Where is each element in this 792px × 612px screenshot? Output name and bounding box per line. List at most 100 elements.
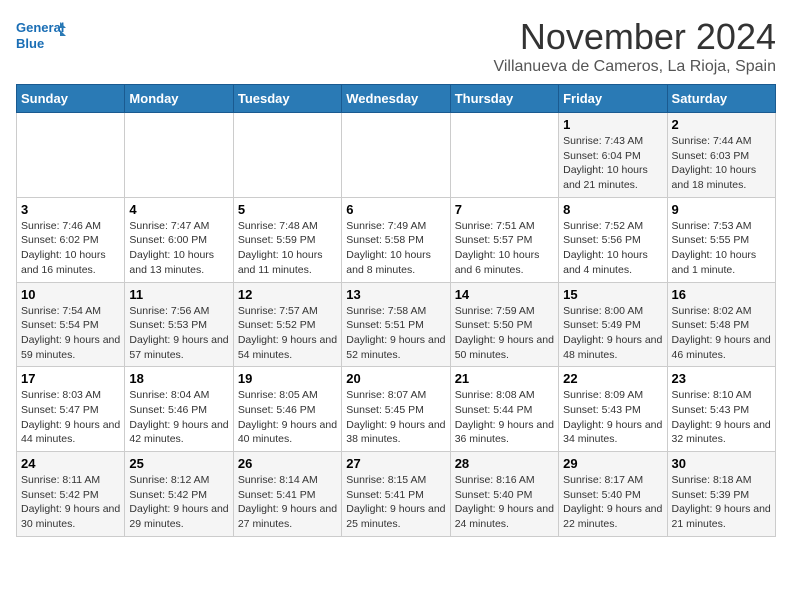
day-number: 6: [346, 202, 445, 217]
day-number: 8: [563, 202, 662, 217]
week-row-2: 3 Sunrise: 7:46 AM Sunset: 6:02 PM Daylig…: [17, 197, 776, 282]
calendar-header-row: SundayMondayTuesdayWednesdayThursdayFrid…: [17, 85, 776, 113]
header-tuesday: Tuesday: [233, 85, 341, 113]
day-cell: 11 Sunrise: 7:56 AM Sunset: 5:53 PM Dayli…: [125, 282, 233, 367]
day-info: Sunrise: 8:04 AM Sunset: 5:46 PM Dayligh…: [129, 388, 228, 447]
day-info: Sunrise: 8:07 AM Sunset: 5:45 PM Dayligh…: [346, 388, 445, 447]
header-wednesday: Wednesday: [342, 85, 450, 113]
day-number: 15: [563, 287, 662, 302]
header-saturday: Saturday: [667, 85, 775, 113]
day-number: 10: [21, 287, 120, 302]
day-cell: 12 Sunrise: 7:57 AM Sunset: 5:52 PM Dayli…: [233, 282, 341, 367]
day-number: 4: [129, 202, 228, 217]
header-friday: Friday: [559, 85, 667, 113]
day-info: Sunrise: 8:02 AM Sunset: 5:48 PM Dayligh…: [672, 304, 771, 363]
day-number: 18: [129, 371, 228, 386]
day-info: Sunrise: 8:08 AM Sunset: 5:44 PM Dayligh…: [455, 388, 554, 447]
day-number: 29: [563, 456, 662, 471]
title-block: November 2024 Villanueva de Cameros, La …: [493, 16, 776, 76]
svg-text:General: General: [16, 20, 64, 35]
day-cell: 15 Sunrise: 8:00 AM Sunset: 5:49 PM Dayli…: [559, 282, 667, 367]
day-cell: 8 Sunrise: 7:52 AM Sunset: 5:56 PM Daylig…: [559, 197, 667, 282]
day-number: 28: [455, 456, 554, 471]
page-header: General Blue November 2024 Villanueva de…: [16, 16, 776, 76]
day-cell: 23Sunrise: 8:10 AM Sunset: 5:43 PM Dayli…: [667, 367, 775, 452]
day-number: 13: [346, 287, 445, 302]
day-info: Sunrise: 8:00 AM Sunset: 5:49 PM Dayligh…: [563, 304, 662, 363]
day-cell: 24 Sunrise: 8:11 AM Sunset: 5:42 PM Dayli…: [17, 452, 125, 537]
header-thursday: Thursday: [450, 85, 558, 113]
day-number: 7: [455, 202, 554, 217]
day-cell: 16 Sunrise: 8:02 AM Sunset: 5:48 PM Dayli…: [667, 282, 775, 367]
day-cell: 7Sunrise: 7:51 AM Sunset: 5:57 PM Daylig…: [450, 197, 558, 282]
day-cell: 22 Sunrise: 8:09 AM Sunset: 5:43 PM Dayli…: [559, 367, 667, 452]
day-info: Sunrise: 7:58 AM Sunset: 5:51 PM Dayligh…: [346, 304, 445, 363]
day-info: Sunrise: 7:59 AM Sunset: 5:50 PM Dayligh…: [455, 304, 554, 363]
day-info: Sunrise: 8:17 AM Sunset: 5:40 PM Dayligh…: [563, 473, 662, 532]
month-title: November 2024: [493, 16, 776, 58]
day-info: Sunrise: 7:52 AM Sunset: 5:56 PM Dayligh…: [563, 219, 662, 278]
day-cell: 26 Sunrise: 8:14 AM Sunset: 5:41 PM Dayli…: [233, 452, 341, 537]
day-number: 3: [21, 202, 120, 217]
day-number: 5: [238, 202, 337, 217]
calendar-table: SundayMondayTuesdayWednesdayThursdayFrid…: [16, 84, 776, 537]
day-number: 16: [672, 287, 771, 302]
day-cell: 18 Sunrise: 8:04 AM Sunset: 5:46 PM Dayli…: [125, 367, 233, 452]
day-number: 12: [238, 287, 337, 302]
day-cell: 1Sunrise: 7:43 AM Sunset: 6:04 PM Daylig…: [559, 113, 667, 198]
header-sunday: Sunday: [17, 85, 125, 113]
week-row-1: 1Sunrise: 7:43 AM Sunset: 6:04 PM Daylig…: [17, 113, 776, 198]
day-cell: 21 Sunrise: 8:08 AM Sunset: 5:44 PM Dayli…: [450, 367, 558, 452]
day-cell: 25Sunrise: 8:12 AM Sunset: 5:42 PM Dayli…: [125, 452, 233, 537]
day-cell: 3 Sunrise: 7:46 AM Sunset: 6:02 PM Daylig…: [17, 197, 125, 282]
header-monday: Monday: [125, 85, 233, 113]
day-info: Sunrise: 8:11 AM Sunset: 5:42 PM Dayligh…: [21, 473, 120, 532]
week-row-4: 17 Sunrise: 8:03 AM Sunset: 5:47 PM Dayli…: [17, 367, 776, 452]
day-info: Sunrise: 7:49 AM Sunset: 5:58 PM Dayligh…: [346, 219, 445, 278]
day-cell: [17, 113, 125, 198]
day-info: Sunrise: 8:12 AM Sunset: 5:42 PM Dayligh…: [129, 473, 228, 532]
day-number: 9: [672, 202, 771, 217]
day-cell: 30Sunrise: 8:18 AM Sunset: 5:39 PM Dayli…: [667, 452, 775, 537]
day-info: Sunrise: 7:54 AM Sunset: 5:54 PM Dayligh…: [21, 304, 120, 363]
day-number: 30: [672, 456, 771, 471]
day-info: Sunrise: 8:16 AM Sunset: 5:40 PM Dayligh…: [455, 473, 554, 532]
svg-text:Blue: Blue: [16, 36, 44, 51]
day-number: 22: [563, 371, 662, 386]
logo: General Blue: [16, 16, 66, 58]
day-cell: 5 Sunrise: 7:48 AM Sunset: 5:59 PM Daylig…: [233, 197, 341, 282]
day-number: 17: [21, 371, 120, 386]
logo-svg: General Blue: [16, 16, 66, 58]
day-info: Sunrise: 7:48 AM Sunset: 5:59 PM Dayligh…: [238, 219, 337, 278]
day-info: Sunrise: 7:44 AM Sunset: 6:03 PM Dayligh…: [672, 134, 771, 193]
day-number: 1: [563, 117, 662, 132]
day-info: Sunrise: 7:56 AM Sunset: 5:53 PM Dayligh…: [129, 304, 228, 363]
day-number: 24: [21, 456, 120, 471]
day-info: Sunrise: 8:15 AM Sunset: 5:41 PM Dayligh…: [346, 473, 445, 532]
day-number: 20: [346, 371, 445, 386]
day-number: 19: [238, 371, 337, 386]
day-info: Sunrise: 8:09 AM Sunset: 5:43 PM Dayligh…: [563, 388, 662, 447]
day-cell: 19 Sunrise: 8:05 AM Sunset: 5:46 PM Dayli…: [233, 367, 341, 452]
day-cell: 28 Sunrise: 8:16 AM Sunset: 5:40 PM Dayli…: [450, 452, 558, 537]
day-number: 27: [346, 456, 445, 471]
day-info: Sunrise: 8:14 AM Sunset: 5:41 PM Dayligh…: [238, 473, 337, 532]
week-row-3: 10 Sunrise: 7:54 AM Sunset: 5:54 PM Dayli…: [17, 282, 776, 367]
day-info: Sunrise: 7:46 AM Sunset: 6:02 PM Dayligh…: [21, 219, 120, 278]
day-info: Sunrise: 8:05 AM Sunset: 5:46 PM Dayligh…: [238, 388, 337, 447]
day-cell: 13 Sunrise: 7:58 AM Sunset: 5:51 PM Dayli…: [342, 282, 450, 367]
day-info: Sunrise: 8:03 AM Sunset: 5:47 PM Dayligh…: [21, 388, 120, 447]
day-number: 11: [129, 287, 228, 302]
location-title: Villanueva de Cameros, La Rioja, Spain: [493, 58, 776, 76]
day-number: 26: [238, 456, 337, 471]
day-cell: 20 Sunrise: 8:07 AM Sunset: 5:45 PM Dayli…: [342, 367, 450, 452]
day-cell: 4 Sunrise: 7:47 AM Sunset: 6:00 PM Daylig…: [125, 197, 233, 282]
day-info: Sunrise: 7:47 AM Sunset: 6:00 PM Dayligh…: [129, 219, 228, 278]
day-number: 23: [672, 371, 771, 386]
day-number: 21: [455, 371, 554, 386]
week-row-5: 24 Sunrise: 8:11 AM Sunset: 5:42 PM Dayli…: [17, 452, 776, 537]
day-info: Sunrise: 7:57 AM Sunset: 5:52 PM Dayligh…: [238, 304, 337, 363]
day-cell: [233, 113, 341, 198]
day-number: 2: [672, 117, 771, 132]
day-cell: 17 Sunrise: 8:03 AM Sunset: 5:47 PM Dayli…: [17, 367, 125, 452]
